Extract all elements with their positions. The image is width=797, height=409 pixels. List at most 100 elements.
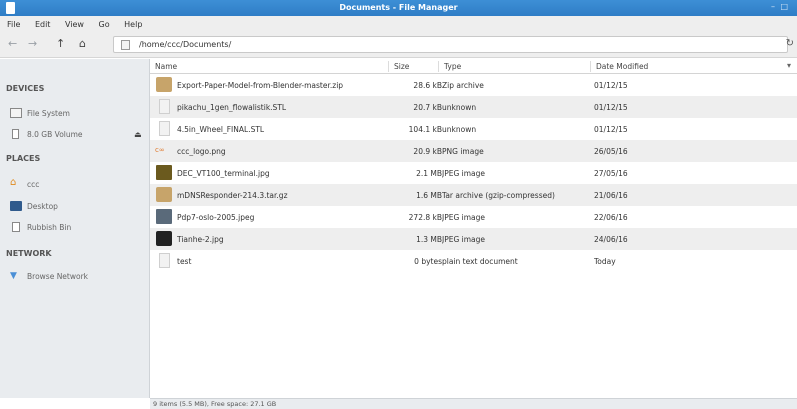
forward-icon[interactable]: → xyxy=(28,38,37,50)
home-folder-icon: ⌂ xyxy=(10,177,17,188)
minimize-icon[interactable]: – xyxy=(771,2,775,11)
file-date: 24/06/16 xyxy=(594,235,628,244)
file-name: 4.5in_Wheel_FINAL.STL xyxy=(177,125,265,134)
location-bar[interactable]: /home/ccc/Documents/ xyxy=(113,36,788,53)
thumbnail-icon xyxy=(156,231,172,246)
file-date: 26/05/16 xyxy=(594,147,628,156)
file-date: 01/12/15 xyxy=(594,81,628,90)
column-size[interactable]: Size xyxy=(394,62,409,71)
archive-icon xyxy=(156,187,172,202)
file-name: mDNSResponder-214.3.tar.gz xyxy=(177,191,288,200)
file-date: Today xyxy=(594,257,616,266)
devices-heading: DEVICES xyxy=(6,84,45,93)
file-date: 01/12/15 xyxy=(594,103,628,112)
home-icon[interactable]: ⌂ xyxy=(79,38,86,50)
file-size: 0 bytes xyxy=(414,257,442,266)
file-size: 1.6 MB xyxy=(416,191,442,200)
column-name[interactable]: Name xyxy=(155,62,177,71)
column-date-modified[interactable]: Date Modified xyxy=(596,62,648,71)
column-divider[interactable] xyxy=(438,61,439,72)
file-type: JPEG image xyxy=(442,169,486,178)
desktop-icon xyxy=(10,201,22,211)
file-date: 01/12/15 xyxy=(594,125,628,134)
file-size: 2.1 MB xyxy=(416,169,442,178)
menu-file[interactable]: File xyxy=(7,16,20,29)
file-size: 20.7 kB xyxy=(413,103,442,112)
file-size: 104.1 kB xyxy=(408,125,442,134)
file-type: plain text document xyxy=(442,257,518,266)
file-type: Zip archive xyxy=(442,81,484,90)
sidebar-item-home[interactable]: ccc xyxy=(27,180,39,189)
up-icon[interactable]: ↑ xyxy=(56,38,65,50)
hard-drive-icon xyxy=(10,108,22,118)
back-icon[interactable]: ← xyxy=(8,38,17,50)
network-heading: NETWORK xyxy=(6,249,52,258)
table-row[interactable]: 4.5in_Wheel_FINAL.STL 104.1 kB unknown 0… xyxy=(150,118,797,140)
file-date: 22/06/16 xyxy=(594,213,628,222)
sidebar-item-browse-network[interactable]: Browse Network xyxy=(27,272,88,281)
archive-icon xyxy=(156,77,172,92)
menu-go[interactable]: Go xyxy=(99,16,110,29)
sidebar-item-file-system[interactable]: File System xyxy=(27,109,70,118)
column-type[interactable]: Type xyxy=(444,62,461,71)
sidebar-item-volume[interactable]: 8.0 GB Volume xyxy=(27,130,83,139)
table-row[interactable]: c∞ ccc_logo.png 20.9 kB PNG image 26/05/… xyxy=(150,140,797,162)
column-divider[interactable] xyxy=(388,61,389,72)
file-type: JPEG image xyxy=(442,235,486,244)
document-icon xyxy=(159,121,170,136)
sidebar-item-desktop[interactable]: Desktop xyxy=(27,202,58,211)
sidebar: DEVICES File System 8.0 GB Volume ⏏ PLAC… xyxy=(0,59,150,398)
menu-edit[interactable]: Edit xyxy=(35,16,51,29)
table-row[interactable]: DEC_VT100_terminal.jpg 2.1 MB JPEG image… xyxy=(150,162,797,184)
table-row[interactable]: Export-Paper-Model-from-Blender-master.z… xyxy=(150,74,797,96)
file-type: unknown xyxy=(442,103,477,112)
menu-help[interactable]: Help xyxy=(124,16,142,29)
status-text: 9 items (5.5 MB), Free space: 27.1 GB xyxy=(153,400,277,408)
table-row[interactable]: mDNSResponder-214.3.tar.gz 1.6 MB Tar ar… xyxy=(150,184,797,206)
file-type: unknown xyxy=(442,125,477,134)
file-name: Pdp7-oslo-2005.jpeg xyxy=(177,213,255,222)
file-type: PNG image xyxy=(442,147,484,156)
file-name: ccc_logo.png xyxy=(177,147,226,156)
places-heading: PLACES xyxy=(6,154,41,163)
file-name: pikachu_1gen_flowalistik.STL xyxy=(177,103,287,112)
file-name: test xyxy=(177,257,192,266)
maximize-icon[interactable]: □ xyxy=(780,2,788,11)
location-path[interactable]: /home/ccc/Documents/ xyxy=(139,40,231,49)
file-date: 21/06/16 xyxy=(594,191,628,200)
file-name: Tianhe-2.jpg xyxy=(177,235,224,244)
file-list: Name Size Type Date Modified ▾ Export-Pa… xyxy=(150,59,797,398)
table-row[interactable]: pikachu_1gen_flowalistik.STL 20.7 kB unk… xyxy=(150,96,797,118)
sort-icon[interactable]: ▾ xyxy=(787,61,791,70)
thumbnail-icon xyxy=(156,165,172,180)
thumbnail-icon xyxy=(156,209,172,224)
file-date: 27/05/16 xyxy=(594,169,628,178)
sidebar-item-rubbish-bin[interactable]: Rubbish Bin xyxy=(27,223,71,232)
menu-view[interactable]: View xyxy=(65,16,84,29)
title-bar[interactable]: Documents - File Manager – □ xyxy=(0,0,797,16)
file-name: Export-Paper-Model-from-Blender-master.z… xyxy=(177,81,344,90)
file-size: 28.6 kB xyxy=(413,81,442,90)
column-divider[interactable] xyxy=(590,61,591,72)
folder-icon xyxy=(121,40,130,50)
file-size: 1.3 MB xyxy=(416,235,442,244)
document-icon xyxy=(159,253,170,268)
file-type: Tar archive (gzip-compressed) xyxy=(442,191,555,200)
table-row[interactable]: test 0 bytes plain text document Today xyxy=(150,250,797,272)
file-size: 272.8 kB xyxy=(408,213,442,222)
usb-drive-icon xyxy=(12,129,19,139)
file-size: 20.9 kB xyxy=(413,147,442,156)
trash-icon xyxy=(12,222,20,232)
reload-icon[interactable]: ↻ xyxy=(786,39,794,49)
document-icon xyxy=(159,99,170,114)
eject-icon[interactable]: ⏏ xyxy=(134,130,142,139)
table-row[interactable]: Pdp7-oslo-2005.jpeg 272.8 kB JPEG image … xyxy=(150,206,797,228)
toolbar: ← → ↑ ⌂ /home/ccc/Documents/ ↻ xyxy=(0,32,797,58)
column-header: Name Size Type Date Modified ▾ xyxy=(150,59,797,74)
file-name: DEC_VT100_terminal.jpg xyxy=(177,169,270,178)
status-bar: 9 items (5.5 MB), Free space: 27.1 GB xyxy=(150,398,797,409)
table-row[interactable]: Tianhe-2.jpg 1.3 MB JPEG image 24/06/16 xyxy=(150,228,797,250)
window-title: Documents - File Manager xyxy=(339,3,458,12)
image-icon: c∞ xyxy=(155,146,165,154)
network-icon: ▼ xyxy=(10,271,17,281)
